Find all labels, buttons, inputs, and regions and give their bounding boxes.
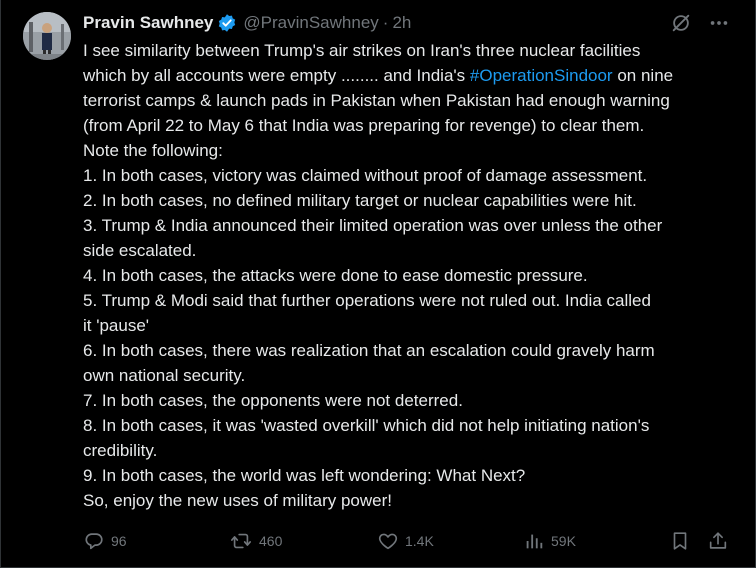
share-button[interactable] — [707, 528, 729, 554]
tweet-line: which by all accounts were empty .......… — [83, 63, 743, 88]
tweet-line: 3. Trump & India announced their limited… — [83, 216, 663, 235]
tweet-card[interactable]: Pravin Sawhney @PravinSawhney · 2h I see… — [0, 0, 756, 568]
tweet-line: So, enjoy the new uses of military power… — [83, 491, 392, 510]
author-name[interactable]: Pravin Sawhney — [83, 12, 213, 34]
tweet-line: 5. Trump & Modi said that further operat… — [83, 291, 651, 310]
like-count: 1.4K — [405, 533, 434, 549]
more-icon[interactable] — [707, 12, 731, 34]
repost-count: 460 — [259, 533, 283, 549]
separator-dot: · — [382, 13, 389, 32]
hashtag-link[interactable]: #OperationSindoor — [470, 66, 613, 85]
reply-icon — [83, 530, 105, 552]
avatar[interactable] — [23, 12, 71, 60]
views-count: 59K — [551, 533, 576, 549]
action-bar: 96 460 1.4K 59K — [83, 528, 733, 554]
tweet-line: it 'pause' — [83, 316, 150, 335]
heart-icon — [377, 530, 399, 552]
tweet-line: terrorist camps & launch pads in Pakista… — [83, 91, 670, 110]
views-button[interactable]: 59K — [523, 528, 576, 554]
repost-button[interactable]: 460 — [229, 528, 282, 554]
profile-photo — [23, 12, 71, 60]
tweet-line: 8. In both cases, it was 'wasted overkil… — [83, 416, 650, 435]
tweet-line: own national security. — [83, 366, 246, 385]
tweet-line: 2. In both cases, no defined military ta… — [83, 191, 637, 210]
bookmark-icon — [669, 530, 691, 552]
share-icon — [707, 530, 729, 552]
tweet-line: 6. In both cases, there was realization … — [83, 341, 655, 360]
tweet-line: 9. In both cases, the world was left won… — [83, 466, 526, 485]
header-actions — [669, 12, 731, 34]
reply-count: 96 — [111, 533, 127, 549]
verified-badge-icon — [217, 13, 237, 33]
like-button[interactable]: 1.4K — [377, 528, 434, 554]
tweet-text-segment: which by all accounts were empty .......… — [83, 66, 466, 85]
tweet-line: I see similarity between Trump's air str… — [83, 41, 641, 60]
grok-icon[interactable] — [669, 12, 693, 34]
tweet-line: credibility. — [83, 441, 158, 460]
tweet-line: side escalated. — [83, 241, 197, 260]
tweet-line: Note the following: — [83, 141, 223, 160]
tweet-header: Pravin Sawhney @PravinSawhney · 2h — [83, 12, 411, 34]
tweet-line: 7. In both cases, the opponents were not… — [83, 391, 463, 410]
tweet-line: (from April 22 to May 6 that India was p… — [83, 116, 645, 135]
author-handle[interactable]: @PravinSawhney — [243, 12, 378, 34]
views-icon — [523, 530, 545, 552]
timestamp[interactable]: 2h — [392, 12, 411, 34]
tweet-line: 4. In both cases, the attacks were done … — [83, 266, 588, 285]
tweet-line: 1. In both cases, victory was claimed wi… — [83, 166, 648, 185]
tweet-text-segment: on nine — [612, 66, 674, 85]
bookmark-button[interactable] — [669, 528, 691, 554]
reply-button[interactable]: 96 — [83, 528, 127, 554]
tweet-text: I see similarity between Trump's air str… — [83, 38, 743, 513]
repost-icon — [229, 530, 253, 552]
